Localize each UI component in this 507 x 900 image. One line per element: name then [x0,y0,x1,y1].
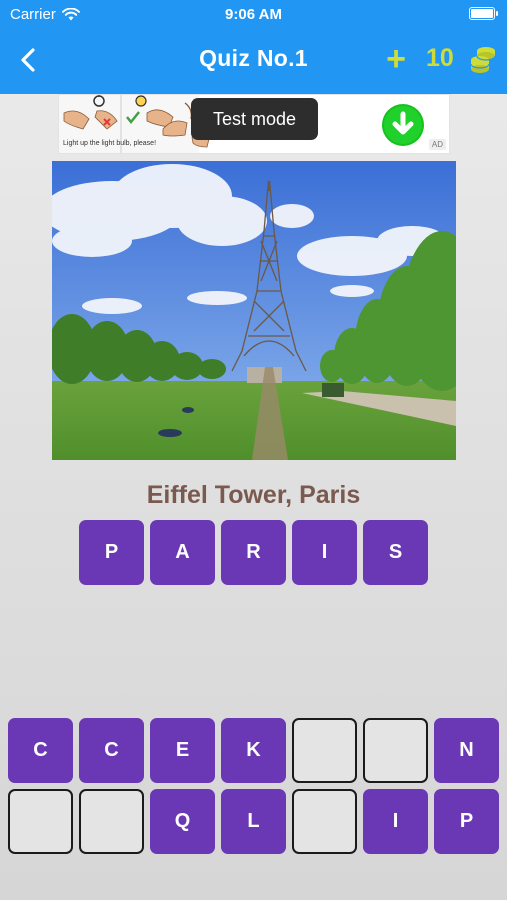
letter-tile-p[interactable]: P [434,789,499,854]
letter-tile-i[interactable]: I [363,789,428,854]
battery-icon [469,7,498,20]
letter-tile-c[interactable]: C [79,718,144,783]
status-bar: Carrier 9:06 AM [0,0,507,28]
add-coins-button[interactable]: + [382,42,410,76]
answer-slot-4[interactable]: I [292,520,357,585]
clock: 9:06 AM [225,6,282,23]
nav-bar: Quiz No.1 + 10 [0,36,507,84]
empty-letter-tile [363,718,428,783]
answer-slot-5[interactable]: S [363,520,428,585]
letter-tile-q[interactable]: Q [150,789,215,854]
download-icon [384,106,422,144]
top-bar: Carrier 9:06 AM Quiz No.1 + 10 [0,0,507,94]
coin-stack-icon [470,47,496,73]
ad-caption: Light up the light bulb, please! [63,140,157,147]
answer-slot-3[interactable]: R [221,520,286,585]
download-button[interactable] [382,104,424,146]
letter-tile-c[interactable]: C [8,718,73,783]
answer-slot-2[interactable]: A [150,520,215,585]
ad-label: AD [428,139,446,150]
question-caption: Eiffel Tower, Paris [146,481,361,509]
eiffel-tower-image [52,161,456,460]
letter-tile-e[interactable]: E [150,718,215,783]
letter-tile-l[interactable]: L [221,789,286,854]
coin-count: 10 [426,44,454,72]
empty-letter-tile [79,789,144,854]
empty-letter-tile [292,789,357,854]
letter-tile-k[interactable]: K [221,718,286,783]
answer-slot-1[interactable]: P [79,520,144,585]
letter-tile-n[interactable]: N [434,718,499,783]
empty-letter-tile [8,789,73,854]
empty-letter-tile [292,718,357,783]
quiz-photo [52,161,456,460]
test-mode-toast: Test mode [191,98,318,140]
